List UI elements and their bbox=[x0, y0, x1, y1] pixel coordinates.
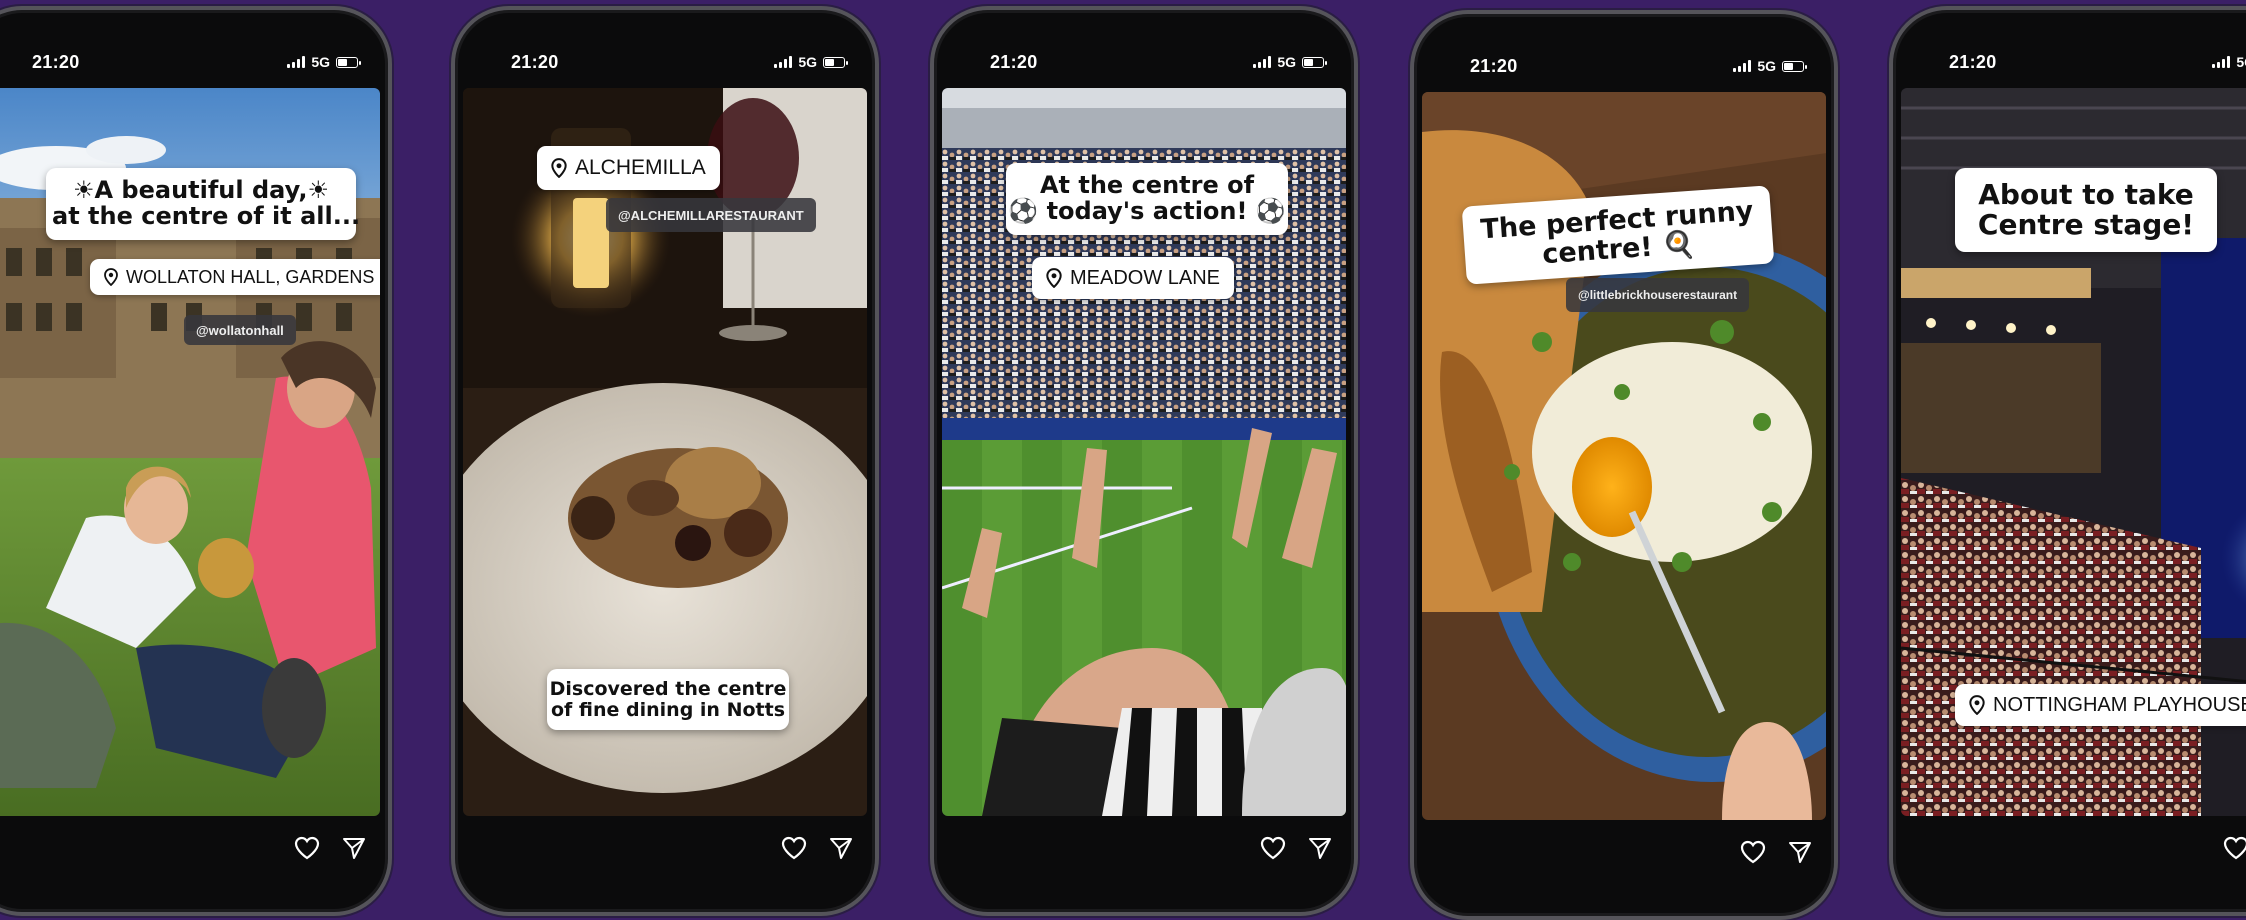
network-label: 5G bbox=[2236, 54, 2246, 70]
status-bar: 21:20 5G bbox=[455, 48, 875, 74]
story-photo-runny-egg: The perfect runny centre! 🍳 @littlebrick… bbox=[1422, 92, 1826, 820]
signal-icon bbox=[1253, 56, 1272, 68]
status-icons: 5G bbox=[1253, 54, 1327, 70]
story-photo-alchemilla: ALCHEMILLA @ALCHEMILLARESTAURANT Discove… bbox=[463, 88, 867, 816]
location-pin-icon bbox=[1046, 268, 1062, 288]
signal-icon bbox=[2212, 56, 2231, 68]
status-bar: 21:20 5G bbox=[1414, 52, 1834, 78]
mention-sticker[interactable]: @wollatonhall bbox=[184, 315, 296, 345]
send-icon[interactable] bbox=[342, 836, 366, 860]
story-actions bbox=[781, 836, 853, 860]
egg-pan-emoji: 🍳 bbox=[1660, 228, 1697, 263]
sun-emoji: ☀ bbox=[72, 176, 95, 204]
heart-icon[interactable] bbox=[294, 836, 320, 860]
network-label: 5G bbox=[1277, 54, 1296, 70]
caption-line-2: of fine dining in Notts bbox=[550, 698, 786, 721]
status-icons: 5G bbox=[1733, 58, 1807, 74]
battery-icon bbox=[336, 56, 361, 68]
caption-sticker: ☀A beautiful day,☀ at the centre of it a… bbox=[46, 168, 361, 240]
location-label: NOTTINGHAM PLAYHOUSE bbox=[1993, 693, 2246, 716]
story-actions bbox=[2223, 836, 2246, 860]
status-time: 21:20 bbox=[1470, 56, 1518, 76]
story-photo-wollaton: ☀A beautiful day,☀ at the centre of it a… bbox=[0, 88, 380, 816]
mention-sticker[interactable]: @ALCHEMILLARESTAURANT bbox=[606, 198, 816, 232]
caption-line-1: Discovered the centre bbox=[549, 678, 787, 700]
story-photo-playhouse: About to take Centre stage! NOTTINGHAM P… bbox=[1901, 88, 2246, 816]
location-sticker[interactable]: ALCHEMILLA bbox=[537, 146, 720, 190]
story-actions bbox=[294, 836, 366, 860]
status-time: 21:20 bbox=[990, 52, 1038, 72]
phone-mockup-5: 21:20 5G bbox=[1889, 6, 2246, 916]
caption-sticker: About to take Centre stage! bbox=[1955, 168, 2217, 253]
heart-icon[interactable] bbox=[2223, 836, 2246, 860]
battery-icon bbox=[1302, 56, 1327, 68]
location-label: MEADOW LANE bbox=[1070, 266, 1221, 289]
caption-line-1: At the centre of bbox=[1039, 171, 1255, 199]
status-icons: 5G bbox=[774, 54, 848, 70]
battery-icon bbox=[823, 56, 848, 68]
caption-line-1: About to take bbox=[1978, 178, 2194, 211]
caption-sticker: Discovered the centre of fine dining in … bbox=[547, 669, 789, 731]
signal-icon bbox=[1733, 60, 1752, 72]
phone-mockup-2: 21:20 5G ALCHEMILLA @ALCHEMILLARESTAURAN… bbox=[451, 6, 879, 916]
caption-line-2: today's action! bbox=[1046, 196, 1248, 225]
signal-icon bbox=[287, 56, 306, 68]
send-icon[interactable] bbox=[1788, 840, 1812, 864]
location-pin-icon bbox=[104, 268, 118, 286]
signal-icon bbox=[774, 56, 793, 68]
network-label: 5G bbox=[311, 54, 330, 70]
location-sticker[interactable]: WOLLATON HALL, GARDENS bbox=[90, 259, 380, 295]
caption-line-1: A beautiful day, bbox=[94, 176, 308, 204]
phone-mockup-3: 21:20 5G At the centre of ⚽ today's acti… bbox=[930, 6, 1358, 916]
story-actions bbox=[1260, 836, 1332, 860]
status-time: 21:20 bbox=[511, 52, 559, 72]
send-icon[interactable] bbox=[829, 836, 853, 860]
network-label: 5G bbox=[1757, 58, 1776, 74]
heart-icon[interactable] bbox=[1260, 836, 1286, 860]
status-time: 21:20 bbox=[32, 52, 80, 72]
status-time: 21:20 bbox=[1949, 52, 1997, 72]
story-actions bbox=[1740, 840, 1812, 864]
football-emoji: ⚽ bbox=[1008, 196, 1039, 225]
heart-icon[interactable] bbox=[781, 836, 807, 860]
location-sticker[interactable]: NOTTINGHAM PLAYHOUSE bbox=[1955, 684, 2246, 726]
location-pin-icon bbox=[551, 158, 567, 178]
send-icon[interactable] bbox=[1308, 836, 1332, 860]
status-icons: 5G bbox=[287, 54, 361, 70]
location-label: WOLLATON HALL, GARDENS bbox=[126, 266, 375, 287]
location-sticker[interactable]: MEADOW LANE bbox=[1032, 257, 1235, 299]
battery-icon bbox=[1782, 60, 1807, 72]
caption-line-2: at the centre of it all... bbox=[52, 201, 361, 230]
status-bar: 21:20 5G bbox=[934, 48, 1354, 74]
status-bar: 21:20 5G bbox=[0, 48, 388, 74]
location-label: ALCHEMILLA bbox=[575, 156, 706, 179]
phone-mockup-1: 21:20 5G ☀A beautiful day,☀ at the centr… bbox=[0, 6, 392, 916]
network-label: 5G bbox=[798, 54, 817, 70]
phone-mockup-4: 21:20 5G The perfect runny centre! 🍳 @li… bbox=[1410, 10, 1838, 920]
football-emoji: ⚽ bbox=[1255, 196, 1286, 225]
caption-line-2: Centre stage! bbox=[1977, 208, 2195, 242]
location-pin-icon bbox=[1969, 695, 1985, 715]
status-icons: 5G bbox=[2212, 54, 2246, 70]
story-photo-meadow-lane: At the centre of ⚽ today's action! ⚽ MEA… bbox=[942, 88, 1346, 816]
heart-icon[interactable] bbox=[1740, 840, 1766, 864]
caption-sticker: At the centre of ⚽ today's action! ⚽ bbox=[1006, 163, 1288, 235]
sun-emoji: ☀ bbox=[307, 176, 330, 204]
status-bar: 21:20 5G bbox=[1893, 48, 2246, 74]
caption-line-2: centre! bbox=[1541, 231, 1654, 271]
mention-sticker[interactable]: @littlebrickhouserestaurant bbox=[1566, 278, 1750, 312]
